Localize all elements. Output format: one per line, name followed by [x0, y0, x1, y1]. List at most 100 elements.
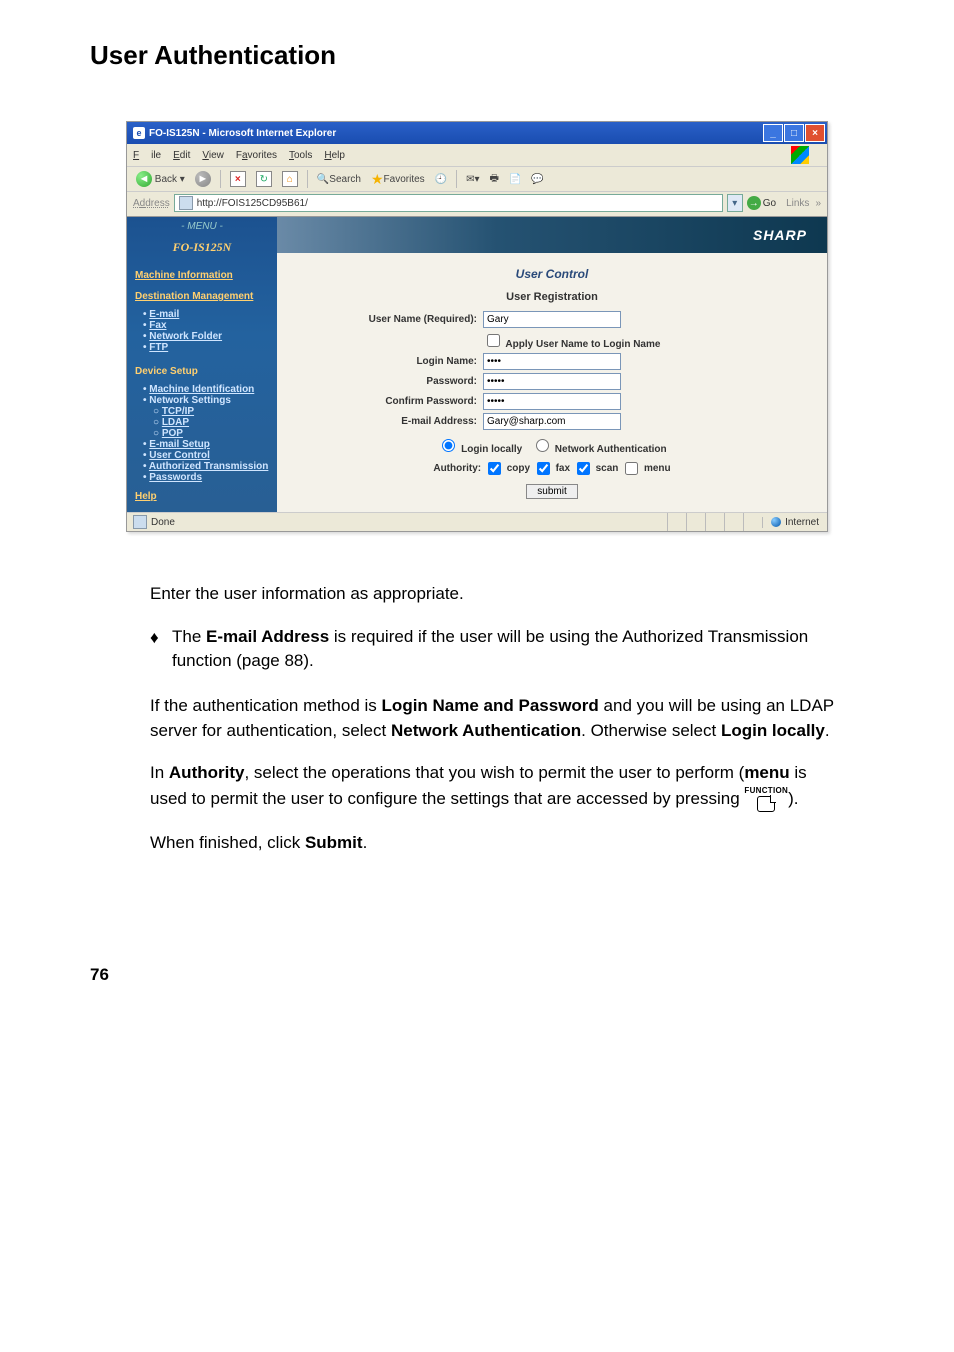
content-area: - MENU - FO-IS125N Machine Information D…: [127, 217, 827, 512]
email-address-input[interactable]: [483, 413, 621, 430]
sidebar-dest-list: E-mail Fax Network Folder FTP: [127, 309, 277, 353]
section-subheading: User Registration: [317, 291, 787, 303]
mail-button[interactable]: ✉▾: [463, 170, 482, 188]
sidebar-item-user-control[interactable]: User Control: [143, 450, 277, 461]
search-button[interactable]: 🔍 Search: [314, 170, 364, 188]
confirm-password-label: Confirm Password:: [317, 396, 483, 407]
links-label[interactable]: Links: [786, 198, 809, 209]
print-button[interactable]: 🖶: [487, 170, 502, 188]
links-expand-icon[interactable]: »: [815, 198, 821, 209]
address-dropdown[interactable]: ▾: [727, 194, 743, 212]
sidebar-item-fax[interactable]: Fax: [143, 320, 277, 331]
address-bar: Address http://FOIS125CD95B61/ ▾ →Go Lin…: [127, 192, 827, 217]
home-button[interactable]: ⌂: [279, 170, 301, 188]
sidebar-device-setup: Device Setup: [127, 361, 277, 382]
menu-help[interactable]: Help: [324, 150, 345, 161]
status-zone: Internet: [762, 517, 827, 528]
titlebar: e FO-IS125N - Microsoft Internet Explore…: [127, 122, 827, 144]
bullet-email-required: The E-mail Address is required if the us…: [150, 625, 834, 674]
login-name-label: Login Name:: [317, 356, 483, 367]
username-label: User Name (Required):: [317, 314, 483, 325]
go-button[interactable]: →Go: [747, 196, 776, 210]
sidebar-item-email-setup[interactable]: E-mail Setup: [143, 439, 277, 450]
sidebar-item-authorized-transmission[interactable]: Authorized Transmission: [143, 461, 277, 472]
ie-icon: e: [133, 127, 145, 139]
sidebar-item-machine-id[interactable]: Machine Identification: [143, 384, 277, 395]
body-text: Enter the user information as appropriat…: [150, 582, 834, 855]
address-input[interactable]: http://FOIS125CD95B61/: [174, 194, 723, 212]
confirm-password-input[interactable]: [483, 393, 621, 410]
close-button[interactable]: ×: [805, 124, 825, 142]
address-label: Address: [133, 198, 170, 209]
stop-button[interactable]: ×: [227, 170, 249, 188]
status-done: Done: [127, 515, 667, 529]
status-bar: Done Internet: [127, 512, 827, 531]
windows-flag-icon: [791, 146, 809, 164]
page-icon: [179, 196, 193, 210]
authority-row: Authority: copy fax scan menu: [317, 459, 787, 478]
sidebar-item-pop[interactable]: POP: [143, 428, 277, 439]
sidebar-help[interactable]: Help: [127, 485, 165, 508]
authority-scan-checkbox[interactable]: scan: [573, 463, 619, 474]
page-title: User Authentication: [90, 40, 864, 71]
authority-fax-checkbox[interactable]: fax: [533, 463, 570, 474]
maximize-button[interactable]: □: [784, 124, 804, 142]
auth-method-row: Login locally Network Authentication: [317, 436, 787, 455]
globe-icon: [771, 517, 781, 527]
sidebar-item-ftp[interactable]: FTP: [143, 342, 277, 353]
toolbar-separator: [220, 170, 221, 188]
menu-file[interactable]: File: [133, 150, 161, 161]
network-auth-radio[interactable]: Network Authentication: [531, 444, 667, 455]
main-panel: SHARP User Control User Registration Use…: [277, 217, 827, 512]
username-input[interactable]: [483, 311, 621, 328]
edit-button[interactable]: 📄: [506, 170, 524, 188]
sidebar-menu-header: - MENU -: [127, 217, 277, 236]
password-input[interactable]: [483, 373, 621, 390]
apply-username-checkbox[interactable]: [487, 334, 500, 347]
intro-paragraph: Enter the user information as appropriat…: [150, 582, 834, 607]
sidebar-item-network-settings[interactable]: Network Settings: [143, 395, 277, 406]
authority-menu-checkbox[interactable]: menu: [621, 463, 670, 474]
toolbar-separator: [307, 170, 308, 188]
paragraph-auth-method: If the authentication method is Login Na…: [150, 694, 834, 743]
sidebar-device-list: Machine Identification Network Settings …: [127, 384, 277, 483]
address-url: http://FOIS125CD95B61/: [197, 198, 308, 209]
favorites-button[interactable]: ★ Favorites: [368, 170, 428, 188]
menu-favorites[interactable]: Favorites: [236, 150, 277, 161]
discuss-button[interactable]: 💬: [528, 170, 546, 188]
sidebar-item-email[interactable]: E-mail: [143, 309, 277, 320]
authority-copy-checkbox[interactable]: copy: [484, 463, 530, 474]
toolbar-separator: [456, 170, 457, 188]
sidebar-item-network-folder[interactable]: Network Folder: [143, 331, 277, 342]
authority-label: Authority:: [433, 463, 481, 474]
banner: SHARP: [277, 217, 827, 253]
apply-username-label: Apply User Name to Login Name: [505, 339, 660, 350]
sidebar-machine-information[interactable]: Machine Information: [127, 265, 277, 286]
toolbar: ◄ Back ▾ ► × ↻ ⌂ 🔍 Search ★ Favorites 🕘 …: [127, 167, 827, 192]
page-number: 76: [90, 965, 864, 985]
menu-view[interactable]: View: [202, 150, 224, 161]
email-address-label: E-mail Address:: [317, 416, 483, 427]
password-label: Password:: [317, 376, 483, 387]
login-locally-radio[interactable]: Login locally: [437, 444, 522, 455]
forward-button[interactable]: ►: [192, 170, 214, 188]
sidebar-model: FO-IS125N: [127, 236, 277, 265]
paragraph-submit: When finished, click Submit.: [150, 831, 834, 856]
submit-button[interactable]: submit: [526, 484, 577, 499]
menu-edit[interactable]: Edit: [173, 150, 190, 161]
minimize-button[interactable]: _: [763, 124, 783, 142]
refresh-button[interactable]: ↻: [253, 170, 275, 188]
history-button[interactable]: 🕘: [432, 170, 450, 188]
ie-window: e FO-IS125N - Microsoft Internet Explore…: [126, 121, 828, 532]
sidebar-destination-management[interactable]: Destination Management: [127, 286, 277, 307]
sidebar-item-tcpip[interactable]: TCP/IP: [143, 406, 277, 417]
back-button[interactable]: ◄ Back ▾: [133, 170, 188, 188]
sidebar: - MENU - FO-IS125N Machine Information D…: [127, 217, 277, 512]
window-title: FO-IS125N - Microsoft Internet Explorer: [149, 128, 762, 139]
sidebar-item-ldap[interactable]: LDAP: [143, 417, 277, 428]
login-name-input[interactable]: [483, 353, 621, 370]
sharp-logo: SHARP: [753, 227, 807, 243]
page-icon: [133, 515, 147, 529]
menu-tools[interactable]: Tools: [289, 150, 312, 161]
sidebar-item-passwords[interactable]: Passwords: [143, 472, 277, 483]
